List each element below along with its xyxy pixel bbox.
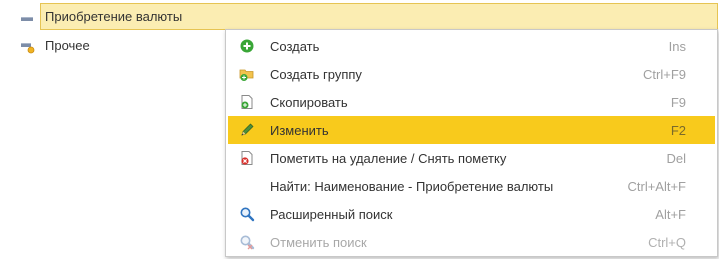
menu-item-shortcut: F2	[670, 123, 686, 138]
tree-row-selected[interactable]: Приобретение валюты	[0, 3, 719, 32]
menu-item-edit[interactable]: Изменить F2	[226, 116, 717, 144]
menu-item-label: Расширенный поиск	[270, 207, 393, 222]
menu-item-create[interactable]: Создать Ins	[226, 32, 717, 60]
menu-item-mark-deletion[interactable]: Пометить на удаление / Снять пометку Del	[226, 144, 717, 172]
menu-item-label: Пометить на удаление / Снять пометку	[270, 151, 507, 166]
delete-mark-icon	[239, 150, 255, 166]
menu-item-shortcut: Ctrl+Alt+F	[627, 179, 686, 194]
menu-item-shortcut: Alt+F	[655, 207, 686, 222]
menu-item-find-by-name[interactable]: Найти: Наименование - Приобретение валют…	[226, 172, 717, 200]
cancel-search-icon	[239, 234, 255, 250]
context-menu: Создать Ins Создать группу Ctrl+F9 Скопи…	[225, 29, 718, 257]
menu-item-label: Найти: Наименование - Приобретение валют…	[270, 179, 554, 194]
search-icon	[239, 206, 255, 222]
item-marked-icon	[20, 41, 35, 54]
menu-item-label: Отменить поиск	[270, 235, 367, 250]
menu-item-shortcut: Ctrl+F9	[643, 67, 686, 82]
menu-item-copy[interactable]: Скопировать F9	[226, 88, 717, 116]
menu-item-create-group[interactable]: Создать группу Ctrl+F9	[226, 60, 717, 88]
menu-item-label: Скопировать	[270, 95, 348, 110]
plus-circle-icon	[239, 38, 255, 54]
menu-item-shortcut: Ctrl+Q	[648, 235, 686, 250]
menu-item-label: Изменить	[270, 123, 329, 138]
pencil-icon	[239, 122, 255, 138]
copy-icon	[239, 94, 255, 110]
menu-item-label: Создать	[270, 39, 320, 54]
menu-item-label: Создать группу	[270, 67, 362, 82]
tree-row-label: Приобретение валюты	[45, 9, 183, 24]
menu-item-advanced-search[interactable]: Расширенный поиск Alt+F	[226, 200, 717, 228]
menu-item-shortcut: Ins	[668, 39, 686, 54]
folder-add-icon	[239, 66, 255, 82]
menu-item-shortcut: Del	[666, 151, 686, 166]
group-minus-icon[interactable]	[20, 12, 34, 22]
tree-row-label: Прочее	[45, 38, 90, 53]
menu-item-shortcut: F9	[670, 95, 686, 110]
menu-item-cancel-search[interactable]: Отменить поиск Ctrl+Q	[226, 228, 717, 256]
